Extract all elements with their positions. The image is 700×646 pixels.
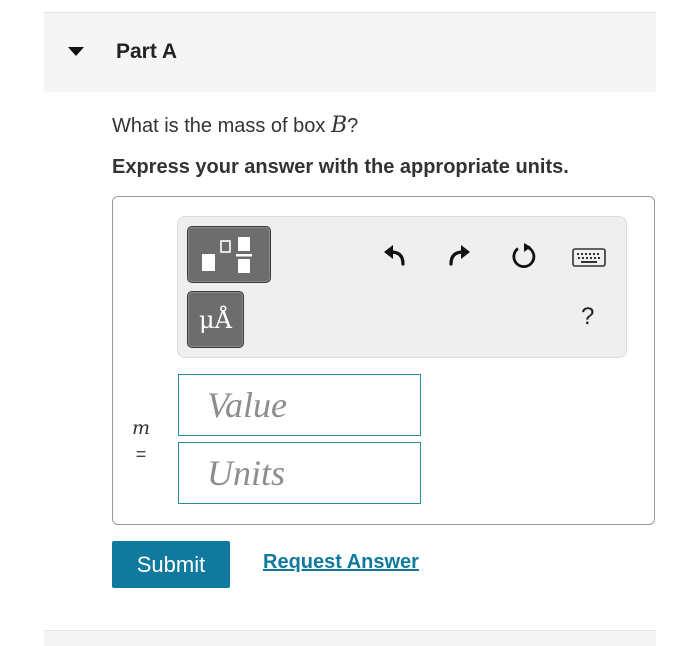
units-input[interactable]: [179, 443, 420, 503]
question-prefix: What is the mass of box: [112, 115, 331, 137]
redo-icon[interactable]: [445, 242, 473, 270]
units-field[interactable]: [178, 442, 421, 504]
equals-sign: =: [135, 444, 147, 464]
value-input[interactable]: [179, 375, 420, 435]
part-title: Part A: [116, 40, 178, 63]
question-variable: B: [330, 113, 348, 138]
answer-instruction: Express your answer with the appropriate…: [112, 156, 569, 178]
reset-icon[interactable]: [510, 242, 538, 270]
answer-box: μÅ ? m = Value Units: [112, 196, 655, 525]
fraction-superscript-template-icon: [202, 237, 252, 273]
templates-button[interactable]: [187, 226, 271, 283]
help-button[interactable]: ?: [581, 303, 594, 331]
question-suffix: ?: [347, 115, 359, 137]
units-button[interactable]: μÅ: [187, 291, 244, 348]
collapse-caret-icon[interactable]: [68, 47, 84, 56]
value-field[interactable]: [178, 374, 421, 436]
undo-icon[interactable]: [381, 242, 409, 270]
question-text: What is the mass of box B?: [112, 113, 358, 138]
part-header[interactable]: Part A: [44, 13, 656, 92]
keyboard-icon[interactable]: [572, 244, 606, 272]
submit-button[interactable]: Submit: [112, 541, 230, 588]
math-toolbar: μÅ ?: [177, 216, 627, 358]
answer-variable: m: [131, 417, 151, 439]
request-answer-link[interactable]: Request Answer: [263, 551, 419, 574]
next-part-header: [44, 630, 656, 646]
